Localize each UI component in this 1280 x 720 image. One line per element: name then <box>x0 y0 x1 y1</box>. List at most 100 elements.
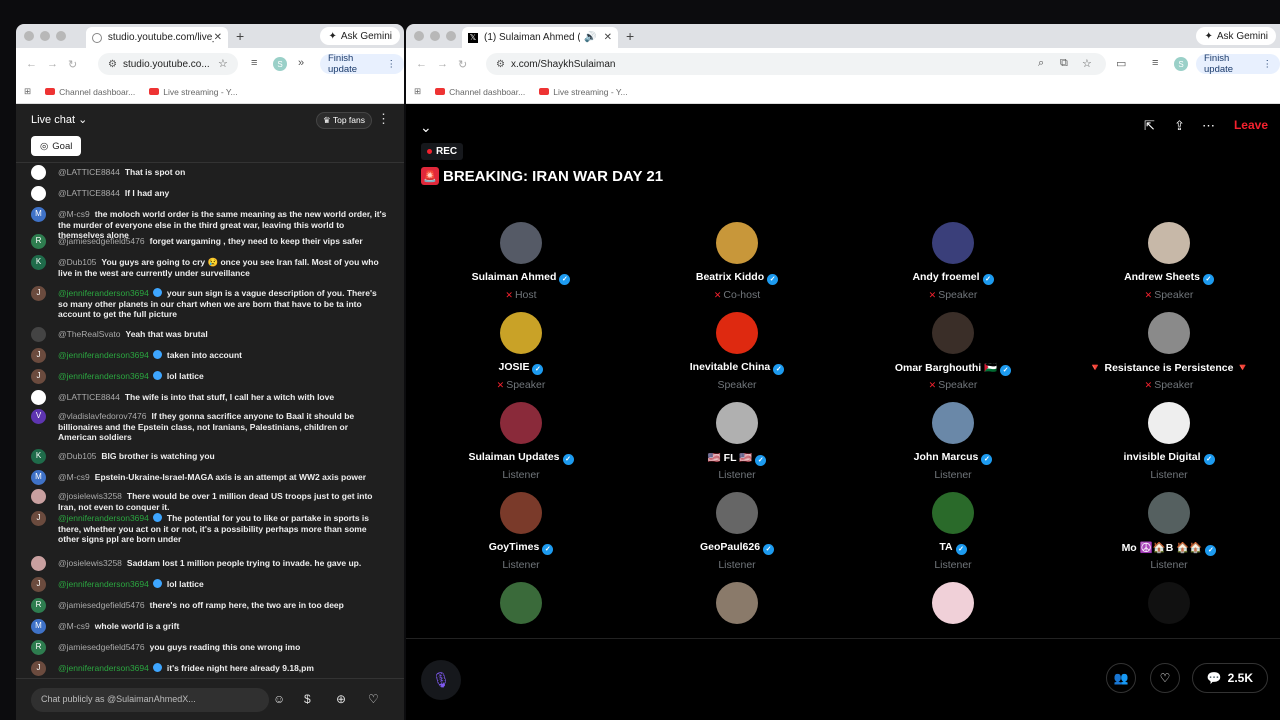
avatar[interactable]: M <box>31 470 46 485</box>
space-participant[interactable] <box>845 582 1061 624</box>
chat-message[interactable]: @LATTICE8844 The wife is into that stuff,… <box>31 390 387 405</box>
space-participant[interactable]: Sulaiman Updates ✓ Listener <box>413 402 629 481</box>
participant-avatar[interactable] <box>500 222 542 264</box>
chat-message[interactable]: @josielewis3258 There would be over 1 mil… <box>31 489 387 512</box>
chat-author[interactable]: @jenniferanderson3694 <box>58 579 149 589</box>
add-icon[interactable]: ⊕ <box>336 692 346 706</box>
space-participant[interactable] <box>1061 582 1277 624</box>
chat-author[interactable]: @josielewis3258 <box>58 491 122 501</box>
chat-message[interactable]: J @jenniferanderson3694 it's fridee night … <box>31 661 387 676</box>
participant-avatar[interactable] <box>1148 492 1190 534</box>
chat-author[interactable]: @jenniferanderson3694 <box>58 350 149 360</box>
reading-list-icon[interactable]: ≡ <box>1152 57 1158 69</box>
chat-author[interactable]: @Dub105 <box>58 257 96 267</box>
ask-gemini-button[interactable]: ✦ Ask Gemini <box>320 27 400 45</box>
bookmark-star-icon[interactable]: ☆ <box>1082 57 1092 70</box>
chat-author[interactable]: @jenniferanderson3694 <box>58 288 149 298</box>
new-tab-icon[interactable]: + <box>626 28 634 44</box>
chat-author[interactable]: @LATTICE8844 <box>58 392 120 402</box>
participant-avatar[interactable] <box>716 312 758 354</box>
super-chat-icon[interactable]: $ <box>304 692 311 706</box>
browser-tab[interactable]: 𝕏 (1) Sulaiman Ahmed (@Sh 🔊 ✕ <box>462 27 618 48</box>
avatar[interactable]: J <box>31 577 46 592</box>
chat-input[interactable]: Chat publicly as @SulaimanAhmedX... <box>31 688 269 712</box>
chat-author[interactable]: @jenniferanderson3694 <box>58 513 149 523</box>
top-fans-button[interactable]: ♛ Top fans <box>316 112 372 129</box>
avatar[interactable]: J <box>31 348 46 363</box>
space-participant[interactable]: Inevitable China ✓ Speaker <box>629 312 845 391</box>
finish-update-button[interactable]: Finish update ⋮ <box>320 53 404 75</box>
chat-author[interactable]: @TheRealSvato <box>58 329 121 339</box>
chat-message[interactable]: K @Dub105 BIG brother is watching you <box>31 449 387 464</box>
participant-avatar[interactable] <box>500 402 542 444</box>
space-participant[interactable]: GeoPaul626 ✓ Listener <box>629 492 845 571</box>
chat-message[interactable]: M @M-cs9 Epstein-Ukraine-Israel-MAGA axis … <box>31 470 387 485</box>
site-settings-icon[interactable]: ⚙ <box>108 59 117 70</box>
participant-avatar[interactable] <box>716 402 758 444</box>
participant-avatar[interactable] <box>1148 222 1190 264</box>
chat-author[interactable]: @M-cs9 <box>58 621 90 631</box>
goal-button[interactable]: ◎ Goal <box>31 136 82 156</box>
avatar[interactable]: R <box>31 234 46 249</box>
space-participant[interactable]: Beatrix Kiddo ✓ ✕ Co-host <box>629 222 845 301</box>
reload-icon[interactable]: ↻ <box>458 58 467 71</box>
participant-avatar[interactable] <box>1148 402 1190 444</box>
chat-message[interactable]: V @vladislavfedorov7476 If they gonna sacr… <box>31 409 387 443</box>
avatar[interactable]: V <box>31 409 46 424</box>
people-icon[interactable]: 👥 <box>1106 663 1136 693</box>
space-participant[interactable]: Omar Barghouthi 🇵🇸 ✓ ✕ Speaker <box>845 312 1061 391</box>
comments-button[interactable]: 💬 2.5K <box>1191 663 1268 693</box>
avatar[interactable]: R <box>31 598 46 613</box>
cast-icon[interactable]: ⧉ <box>1060 57 1068 70</box>
chat-message[interactable]: @LATTICE8844 That is spot on <box>31 165 387 180</box>
space-participant[interactable]: invisible Digital ✓ Listener <box>1061 402 1277 481</box>
share-icon[interactable]: ⇪ <box>1174 118 1185 134</box>
more-options-icon[interactable]: ⋯ <box>1202 118 1215 134</box>
address-bar[interactable]: ⚙ x.com/ShaykhSulaiman <box>486 53 1106 75</box>
chat-author[interactable]: @Dub105 <box>58 451 96 461</box>
participant-avatar[interactable] <box>1148 582 1190 624</box>
finish-update-button[interactable]: Finish update ⋮ <box>1196 53 1280 75</box>
chat-message[interactable]: J @jenniferanderson3694 lol lattice <box>31 577 387 592</box>
space-participant[interactable]: Mo ☮️🏠B 🏠🏠 ✓ Listener <box>1061 492 1277 571</box>
profile-avatar[interactable]: S <box>1174 57 1188 71</box>
chat-author[interactable]: @jenniferanderson3694 <box>58 371 149 381</box>
microphone-icon[interactable]: 🎙 <box>421 660 461 700</box>
participant-avatar[interactable] <box>932 222 974 264</box>
chat-message[interactable]: R @jamiesedgefield5476 forget wargaming , … <box>31 234 387 249</box>
new-tab-icon[interactable]: + <box>236 28 244 44</box>
participant-avatar[interactable] <box>716 222 758 264</box>
participant-avatar[interactable] <box>932 312 974 354</box>
participant-avatar[interactable] <box>500 312 542 354</box>
browser-tab[interactable]: studio.youtube.com/live_chat ✕ <box>86 27 228 48</box>
chat-message[interactable]: J @jenniferanderson3694 lol lattice <box>31 369 387 384</box>
chat-message[interactable]: K @Dub105 You guys are going to cry 😢 once… <box>31 255 387 278</box>
space-participant[interactable]: John Marcus ✓ Listener <box>845 402 1061 481</box>
space-participant[interactable]: TA ✓ Listener <box>845 492 1061 571</box>
avatar[interactable] <box>31 165 46 180</box>
bookmark-channel-dashboard[interactable]: Channel dashboar... <box>435 87 525 97</box>
more-options-icon[interactable]: ⋮ <box>377 111 390 127</box>
avatar[interactable] <box>31 327 46 342</box>
participant-avatar[interactable] <box>932 492 974 534</box>
chat-author[interactable]: @LATTICE8844 <box>58 188 120 198</box>
chat-message-list[interactable]: @LATTICE8844 That is spot on @LATTICE8844 I… <box>16 162 404 678</box>
participant-avatar[interactable] <box>716 492 758 534</box>
close-tab-icon[interactable]: ✕ <box>214 32 222 43</box>
back-icon[interactable]: ← <box>416 58 427 70</box>
avatar[interactable]: K <box>31 449 46 464</box>
chat-author[interactable]: @josielewis3258 <box>58 558 122 568</box>
react-heart-icon[interactable]: ♡ <box>1150 663 1180 693</box>
extensions-overflow-icon[interactable]: » <box>298 57 304 69</box>
avatar[interactable]: K <box>31 255 46 270</box>
audio-playing-icon[interactable]: 🔊 <box>584 32 596 43</box>
chat-author[interactable]: @jamiesedgefield5476 <box>58 600 145 610</box>
zoom-icon[interactable]: ⌕ <box>1038 57 1044 70</box>
chat-message[interactable]: @LATTICE8844 If I had any <box>31 186 387 201</box>
space-participant[interactable]: Andy froemel ✓ ✕ Speaker <box>845 222 1061 301</box>
reading-list-icon[interactable]: ≡ <box>251 57 257 69</box>
space-participant[interactable]: 🇺🇸 FL 🇺🇸 ✓ Listener <box>629 402 845 481</box>
space-participant[interactable]: Andrew Sheets ✓ ✕ Speaker <box>1061 222 1277 301</box>
space-participant[interactable]: Sulaiman Ahmed ✓ ✕ Host <box>413 222 629 301</box>
chat-author[interactable]: @jenniferanderson3694 <box>58 663 149 673</box>
